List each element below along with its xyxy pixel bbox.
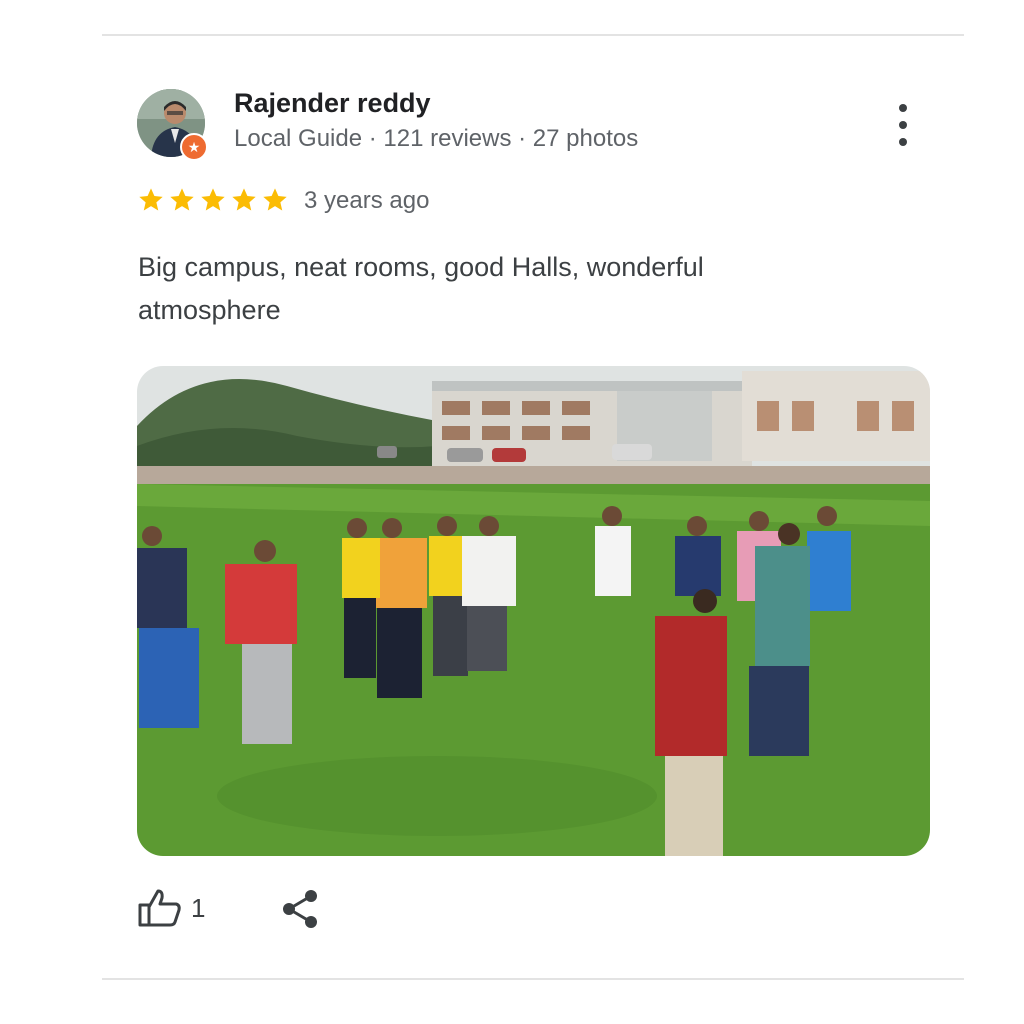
avatar[interactable]: ★ <box>137 89 208 161</box>
author-name[interactable]: Rajender reddy <box>234 88 431 119</box>
star-rating <box>137 186 289 214</box>
star-icon <box>139 188 163 211</box>
share-icon[interactable] <box>280 888 320 930</box>
top-divider <box>102 34 964 36</box>
more-options-icon[interactable] <box>890 104 916 146</box>
menu-dot <box>899 138 907 146</box>
review-time: 3 years ago <box>304 187 430 214</box>
local-guide-badge-icon: ★ <box>180 133 208 161</box>
star-icon <box>170 188 194 211</box>
like-count: 1 <box>191 893 206 923</box>
bottom-divider <box>102 978 964 980</box>
star-icon <box>263 188 287 211</box>
review-photo[interactable] <box>137 366 930 856</box>
star-icon <box>201 188 225 211</box>
author-stats: Local Guide · 121 reviews · 27 photos <box>234 125 639 152</box>
menu-dot <box>899 104 907 112</box>
menu-dot <box>899 121 907 129</box>
star-icon <box>232 188 256 211</box>
review-text: Big campus, neat rooms, good Halls, wond… <box>138 252 704 325</box>
thumbs-up-icon[interactable] <box>138 887 182 929</box>
